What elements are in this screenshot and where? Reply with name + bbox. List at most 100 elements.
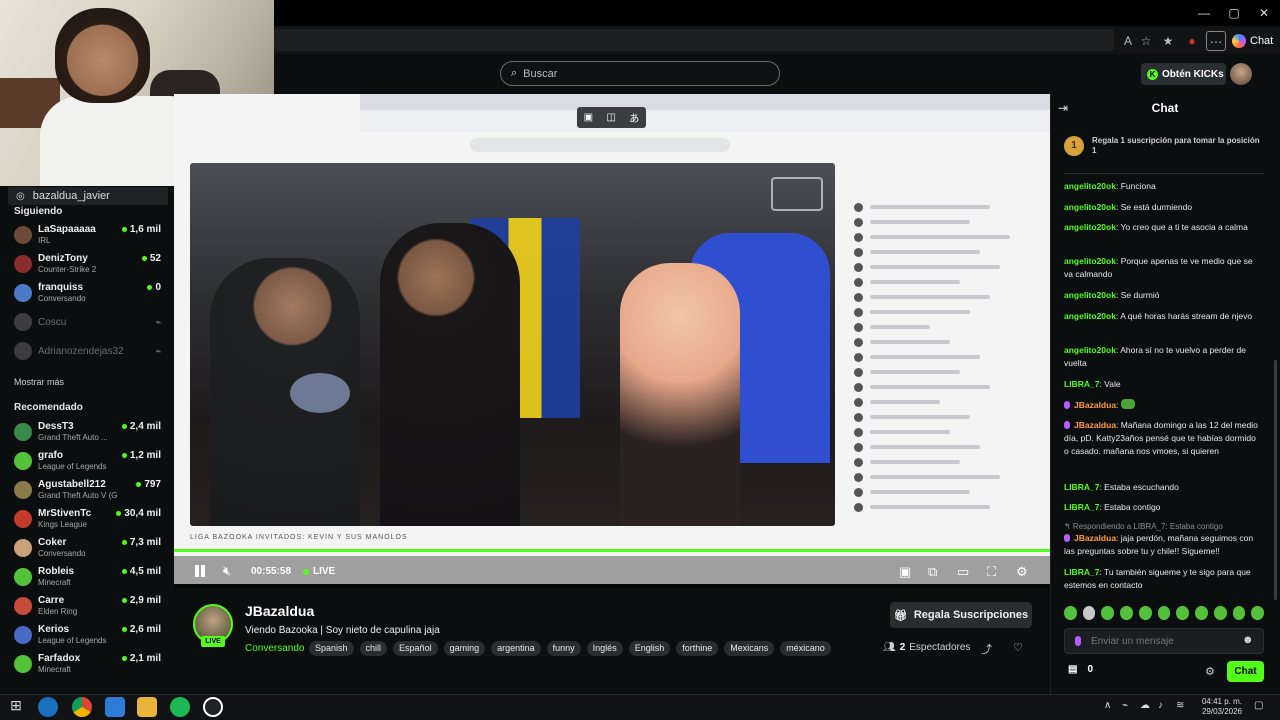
stream-tag[interactable]: Inglés [586,641,623,656]
stream-tag[interactable]: argentina [491,641,541,656]
chat-username[interactable]: LIBRA_7 [1064,482,1099,492]
chrome-icon[interactable] [72,697,92,717]
fullscreen-icon[interactable]: ⛶ [987,564,996,580]
windows-start-icon[interactable]: ⊞ [6,697,26,717]
get-kicks-button[interactable]: K Obtén KICKs [1141,63,1226,85]
edge-browser-icon[interactable] [38,697,58,717]
share-icon[interactable]: ⤴ [981,641,992,657]
quick-emote-icon[interactable] [1064,606,1077,620]
sidebar-following-item[interactable]: Adrianozendejas32 ⌁ [14,338,164,366]
tray-cloud-icon[interactable]: ☁ [1140,700,1150,711]
chat-username[interactable]: angelito20ok [1064,311,1116,321]
user-avatar[interactable] [1230,63,1252,85]
stream-tag[interactable]: Spanish [309,641,354,656]
quick-emote-icon[interactable] [1195,606,1208,620]
maximize-button[interactable]: ▢ [1219,4,1249,22]
sidebar-recommended-item[interactable]: DessT3 Grand Theft Auto ... 2,4 mil [14,419,164,447]
file-explorer-icon[interactable] [137,697,157,717]
streamer-name[interactable]: JBazaldua [245,603,314,619]
stream-tag[interactable]: English [628,641,671,656]
quick-emote-icon[interactable] [1251,606,1265,620]
stream-category[interactable]: Conversando [245,643,304,654]
emoji-icon[interactable]: ☻ [1242,634,1254,646]
show-more-link[interactable]: Mostrar más [14,377,64,387]
channel-points[interactable]: ▤ 0 [1068,664,1093,675]
favorite-star-icon[interactable]: ☆ [1136,31,1156,51]
tray-chevron-icon[interactable]: ∧ [1104,700,1111,711]
sidebar-recommended-item[interactable]: MrStivenTc Kings League 30,4 mil [14,506,164,534]
sidebar-recommended-item[interactable]: Coker Conversando 7,3 mil [14,535,164,563]
stream-tag[interactable]: Español [393,641,438,656]
quick-emote-icon[interactable] [1213,606,1227,620]
screenshot-icon[interactable]: ▣ [584,112,593,123]
chat-username[interactable]: LIBRA_7 [1064,379,1099,389]
chat-username[interactable]: JBazaldua [1074,533,1116,543]
chat-settings-icon[interactable]: ⚙ [1205,665,1215,678]
stream-tag[interactable]: funny [546,641,581,656]
stream-tag[interactable]: forthine [676,641,719,656]
obs-icon[interactable] [203,697,223,717]
chat-message-input[interactable] [1091,635,1221,647]
translate-icon[interactable]: あ [629,110,639,125]
tray-speaker-icon[interactable]: ♪ [1158,700,1163,711]
stream-tag[interactable]: Mexicans [724,641,775,656]
stream-tag[interactable]: chill [359,641,388,656]
sidebar-recommended-item[interactable]: Agustabell212 Grand Theft Auto V (G... 797 [14,477,164,505]
chat-username[interactable]: angelito20ok [1064,256,1116,266]
pause-button[interactable] [193,564,207,578]
quick-emote-icon[interactable] [1101,606,1115,620]
settings-icon[interactable]: ⚙ [1016,564,1028,580]
sidebar-recommended-item[interactable]: Kerios League of Legends 2,6 mil [14,622,164,650]
extension-icon[interactable]: ● [1182,31,1202,51]
video-overlay-toolbar[interactable]: ▣ ◫ あ [577,107,646,128]
chat-username[interactable]: LIBRA_7 [1064,567,1099,577]
sidebar-recommended-item[interactable]: Carre Elden Ring 2,9 mil [14,593,164,621]
follow-icon[interactable]: ♡ [1013,641,1023,654]
copilot-chat-button[interactable]: Chat [1232,31,1273,51]
tray-network-icon[interactable]: ⌁ [1122,700,1128,711]
gift-leaderboard-banner[interactable]: 1 Regala 1 suscripción para tomar la pos… [1064,128,1264,164]
quick-emote-icon[interactable] [1082,606,1096,620]
favorites-icon[interactable]: ★ [1158,31,1178,51]
minimize-button[interactable]: — [1189,4,1219,22]
notifications-icon[interactable]: ▢ [1254,700,1263,711]
clip-icon[interactable]: ▣ [899,564,911,580]
chat-username[interactable]: angelito20ok [1064,181,1116,191]
search-bar[interactable]: ⌕ Buscar [500,61,780,86]
video-capture-icon[interactable]: ◫ [606,112,615,123]
mute-icon[interactable]: 🔇︎ [223,563,231,579]
chat-scrollbar[interactable] [1274,360,1277,600]
sidebar-following-item[interactable]: Coscu ⌁ [14,309,164,337]
chat-username[interactable]: LIBRA_7 [1064,502,1099,512]
sidebar-following-item[interactable]: LaSapaaaaa IRL 1,6 mil [14,222,164,250]
sidebar-recommended-item[interactable]: Farfadox Minecraft 2,1 mil [14,651,164,679]
stream-tag[interactable]: méxicano [780,641,831,656]
chat-username[interactable]: JBazaldua [1074,420,1116,430]
sidebar-following-item[interactable]: DenizTony Counter-Strike 2 52 [14,251,164,279]
chat-username[interactable]: angelito20ok [1064,202,1116,212]
more-options-icon[interactable]: ⋯ [1206,31,1226,51]
sidebar-following-item[interactable]: franquiss Conversando 0 [14,280,164,308]
chat-username[interactable]: angelito20ok [1064,345,1116,355]
theater-mode-icon[interactable]: ▭ [957,564,969,580]
chat-username[interactable]: angelito20ok [1064,290,1116,300]
quick-emote-icon[interactable] [1176,606,1190,620]
read-aloud-icon[interactable]: A [1118,31,1138,51]
quick-emote-icon[interactable] [1138,606,1152,620]
close-window-button[interactable]: ✕ [1249,4,1279,22]
spotify-icon[interactable] [170,697,190,717]
sidebar-recommended-item[interactable]: grafo League of Legends 1,2 mil [14,448,164,476]
quick-emote-icon[interactable] [1120,606,1133,620]
quick-emote-icon[interactable] [1232,606,1246,620]
gift-subscriptions-button[interactable]: 🎁︎ Regala Suscripciones [890,602,1032,628]
pip-icon[interactable]: ⧉ [928,564,937,580]
tray-wifi-icon[interactable]: ≋ [1176,700,1184,711]
mail-icon[interactable] [105,697,125,717]
sidebar-recommended-item[interactable]: Robleis Minecraft 4,5 mil [14,564,164,592]
chat-input-box[interactable] [1064,628,1264,654]
chat-send-button[interactable]: Chat [1227,661,1264,682]
quick-emote-icon[interactable] [1157,606,1171,620]
stream-tag[interactable]: gaming [443,641,486,656]
chat-username[interactable]: angelito20ok [1064,222,1116,232]
address-bar[interactable] [274,29,1114,51]
